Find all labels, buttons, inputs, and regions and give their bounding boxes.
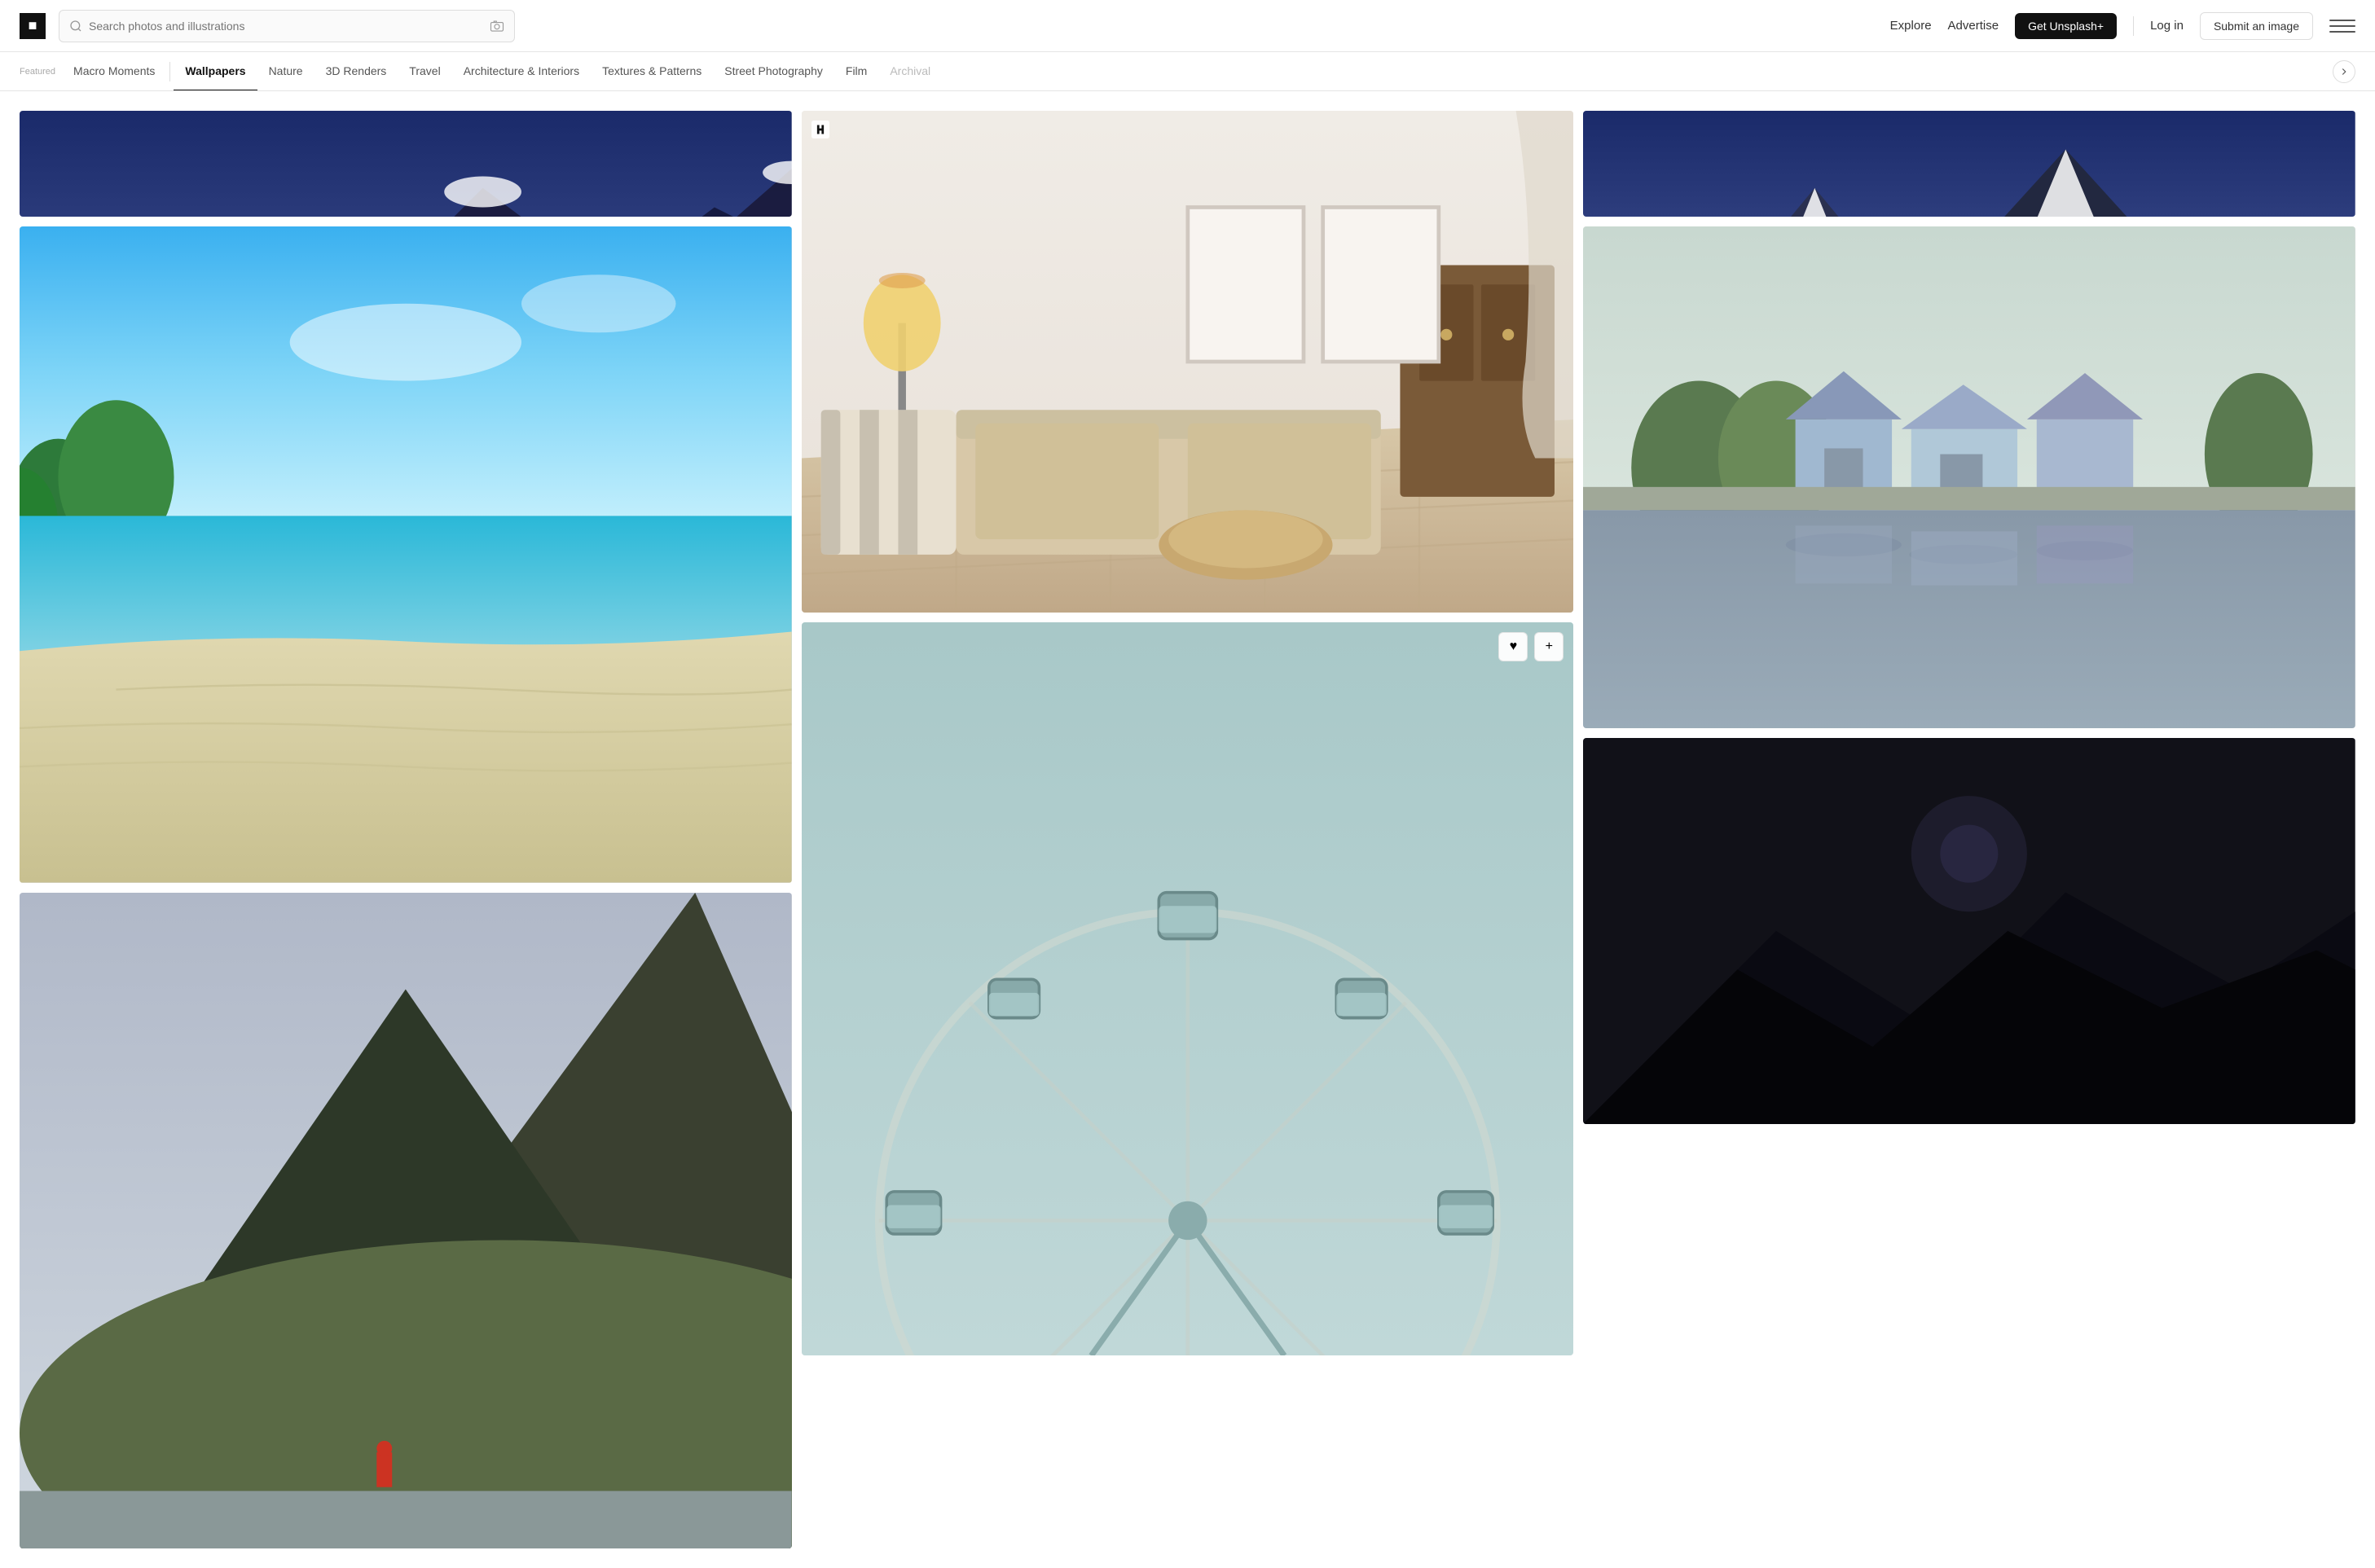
nav-login[interactable]: Log in (2150, 19, 2184, 33)
cat-nav-next[interactable] (2333, 60, 2355, 83)
cat-street[interactable]: Street Photography (713, 52, 834, 91)
header: ■ Explore Advertise Get Unsplash+ Log in… (0, 0, 2375, 52)
cat-nature[interactable]: Nature (257, 52, 314, 91)
photo-col-1 (20, 111, 792, 1548)
photo-dark-scene (1583, 738, 2355, 1124)
photo-actions-visible: ♥ + (1498, 632, 1564, 661)
photo-card-mountain-person[interactable] (20, 893, 792, 1549)
nav-advertise[interactable]: Advertise (1948, 19, 1999, 33)
nav-submit[interactable]: Submit an image (2200, 12, 2313, 40)
photo-dark-mountains (20, 111, 792, 217)
camera-search-icon[interactable] (490, 19, 504, 33)
cat-macro-moments[interactable]: Macro Moments (62, 52, 166, 91)
hamburger-menu[interactable] (2329, 13, 2355, 39)
photo-houses-lake (1583, 226, 2355, 728)
photo-col-3 (1583, 111, 2355, 1548)
photo-card-ferris-wheel[interactable]: ♥ + (802, 622, 1574, 1355)
nav-divider (2133, 16, 2134, 36)
nav-get-plus[interactable]: Get Unsplash+ (2015, 13, 2117, 39)
cat-textures[interactable]: Textures & Patterns (591, 52, 713, 91)
photo-card-dark-mountains[interactable] (20, 111, 792, 217)
photo-card-houses-lake[interactable] (1583, 226, 2355, 728)
photo-snow-mountain (1583, 111, 2355, 217)
cat-archival[interactable]: Archival (878, 52, 942, 91)
photo-grid: ♥ + (20, 111, 2355, 1548)
search-bar[interactable] (59, 10, 515, 42)
hamburger-line-2 (2329, 25, 2355, 27)
search-icon (69, 20, 82, 33)
photo-card-snow-mountain[interactable] (1583, 111, 2355, 217)
photo-beach (20, 226, 792, 883)
card-logo (811, 121, 829, 143)
nav-explore[interactable]: Explore (1890, 19, 1932, 33)
add-button-2[interactable]: + (1534, 632, 1564, 661)
logo[interactable]: ■ (20, 13, 46, 39)
cat-travel[interactable]: Travel (398, 52, 451, 91)
cat-divider (169, 62, 170, 81)
photo-mountain-person (20, 893, 792, 1549)
cat-architecture[interactable]: Architecture & Interiors (452, 52, 591, 91)
like-button-2[interactable]: ♥ (1498, 632, 1528, 661)
hamburger-line-3 (2329, 31, 2355, 33)
photo-card-interior[interactable] (802, 111, 1574, 613)
featured-label: Featured (20, 67, 59, 77)
category-nav-inner: Featured Macro Moments Wallpapers Nature… (20, 52, 942, 91)
logo-icon: ■ (29, 17, 37, 34)
photo-card-beach[interactable] (20, 226, 792, 883)
cat-3d-renders[interactable]: 3D Renders (314, 52, 398, 91)
main-content: ♥ + (0, 91, 2375, 1568)
chevron-right-icon (2338, 66, 2350, 77)
photo-card-dark-scene[interactable] (1583, 738, 2355, 1124)
category-nav: Featured Macro Moments Wallpapers Nature… (0, 52, 2375, 91)
cat-wallpapers[interactable]: Wallpapers (174, 52, 257, 91)
photo-interior (802, 111, 1574, 613)
header-nav: Explore Advertise Get Unsplash+ Log in S… (1890, 12, 2355, 40)
cat-film[interactable]: Film (834, 52, 878, 91)
hamburger-line-1 (2329, 20, 2355, 21)
search-input[interactable] (89, 20, 483, 33)
photo-col-2: ♥ + (802, 111, 1574, 1548)
